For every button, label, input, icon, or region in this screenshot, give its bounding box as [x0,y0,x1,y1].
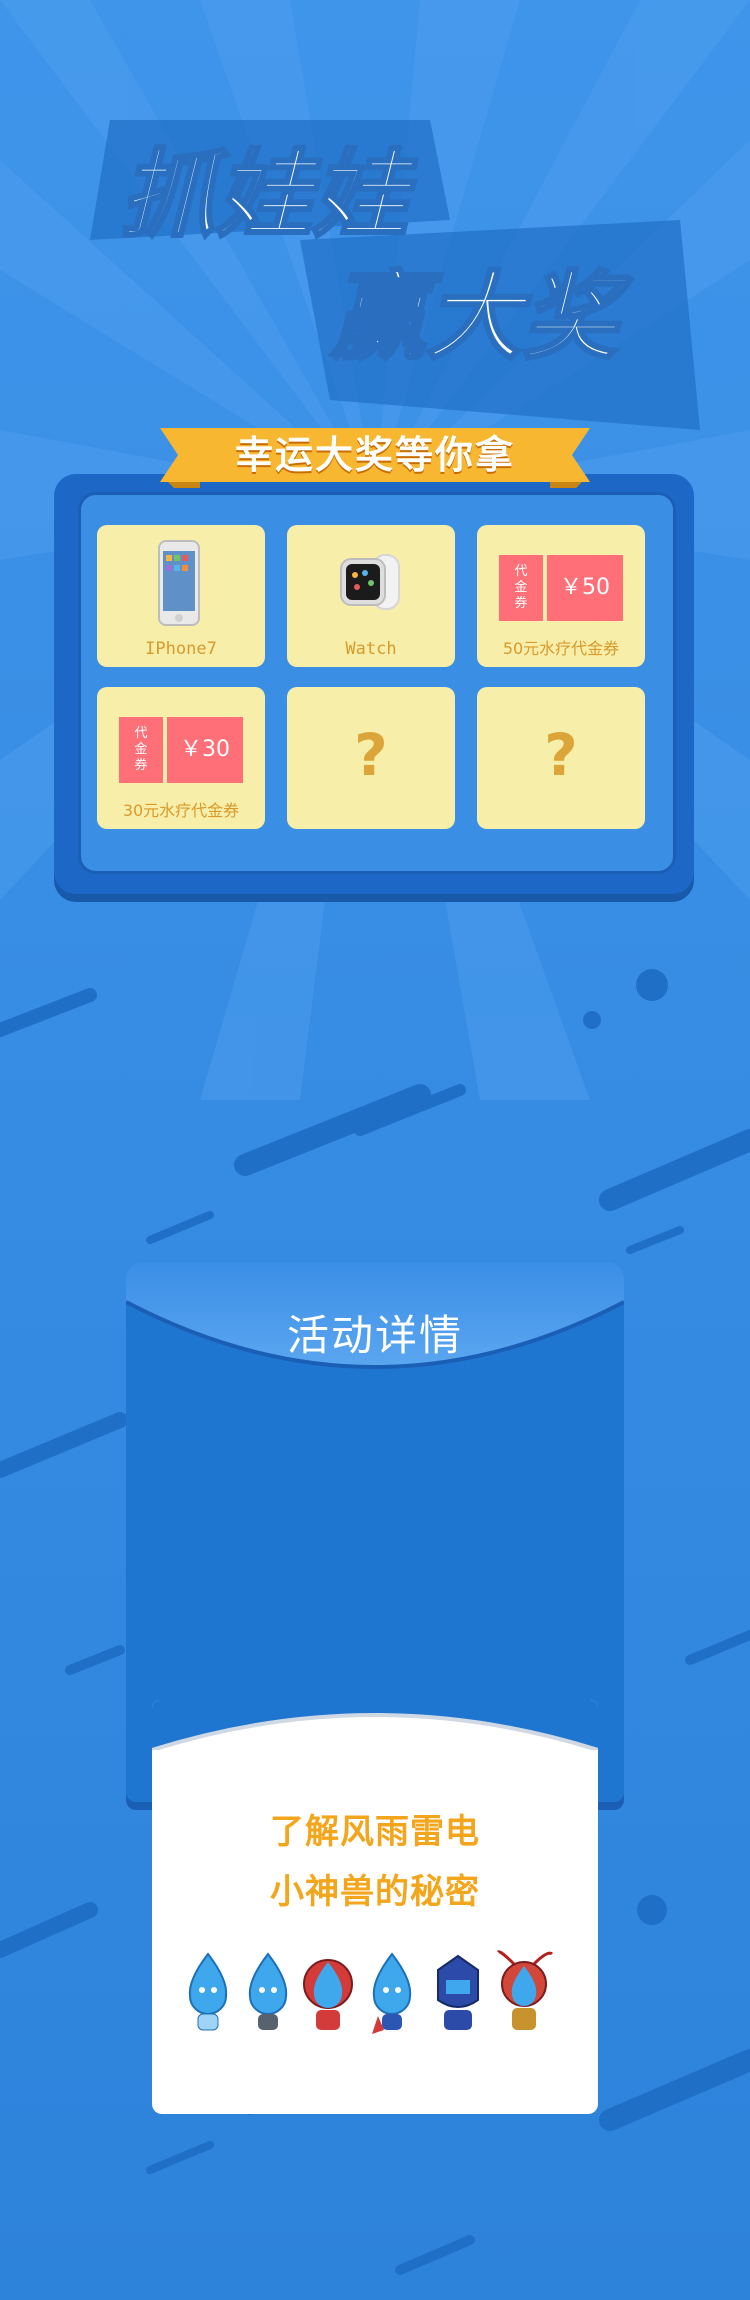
prize-grid: IPhone7 Watch 代金券 ￥50 50元水疗代金券 代金券 ￥30 3… [78,492,676,874]
prize-mystery-1[interactable]: ? [287,687,455,829]
mascot-row [188,1950,554,2034]
prize-label: 30元水疗代金券 [122,801,240,820]
mascot-robot [437,1954,479,2030]
question-mark-icon: ? [544,721,578,789]
prize-label: 50元水疗代金券 [502,639,620,658]
question-mark-icon: ? [354,721,388,789]
coupon-tag: 代金券 [119,717,163,783]
title-line1: 抓娃娃 [120,139,418,251]
prize-mystery-2[interactable]: ? [477,687,645,829]
mascot-wind [248,1952,288,2030]
prize-iphone[interactable]: IPhone7 [97,525,265,667]
watch-icon [340,554,400,610]
prize-board: IPhone7 Watch 代金券 ￥50 50元水疗代金券 代金券 ￥30 3… [54,474,694,894]
coupon-value: ￥50 [547,555,623,621]
mascot-superman [372,1952,412,2034]
prize-label: Watch [345,639,397,659]
mascot-monkey-king [496,1950,554,2030]
mascot-ironman [303,1959,353,2030]
ribbon-banner: 幸运大奖等你拿 [160,422,590,488]
coupon-50: 代金券 ￥50 [499,555,623,621]
details-title: 活动详情 [286,1311,463,1360]
prize-coupon-30[interactable]: 代金券 ￥30 30元水疗代金券 [97,687,265,829]
prize-coupon-50[interactable]: 代金券 ￥50 50元水疗代金券 [477,525,645,667]
prize-watch[interactable]: Watch [287,525,455,667]
coupon-value: ￥30 [167,717,243,783]
coupon-30: 代金券 ￥30 [119,717,243,783]
coupon-tag: 代金券 [499,555,543,621]
info-line-2: 小神兽的秘密 [270,1872,480,1912]
prize-label: IPhone7 [145,639,217,659]
info-line-1: 了解风雨雷电 [270,1812,480,1852]
title-banner: 抓娃娃 赢大奖 [0,100,750,440]
mascot-rain [188,1952,228,2031]
phone-icon [158,540,200,626]
info-card: 了解风雨雷电 小神兽的秘密 [152,1700,598,2114]
title-line2: 赢大奖 [329,261,633,373]
ribbon-text: 幸运大奖等你拿 [234,433,515,477]
